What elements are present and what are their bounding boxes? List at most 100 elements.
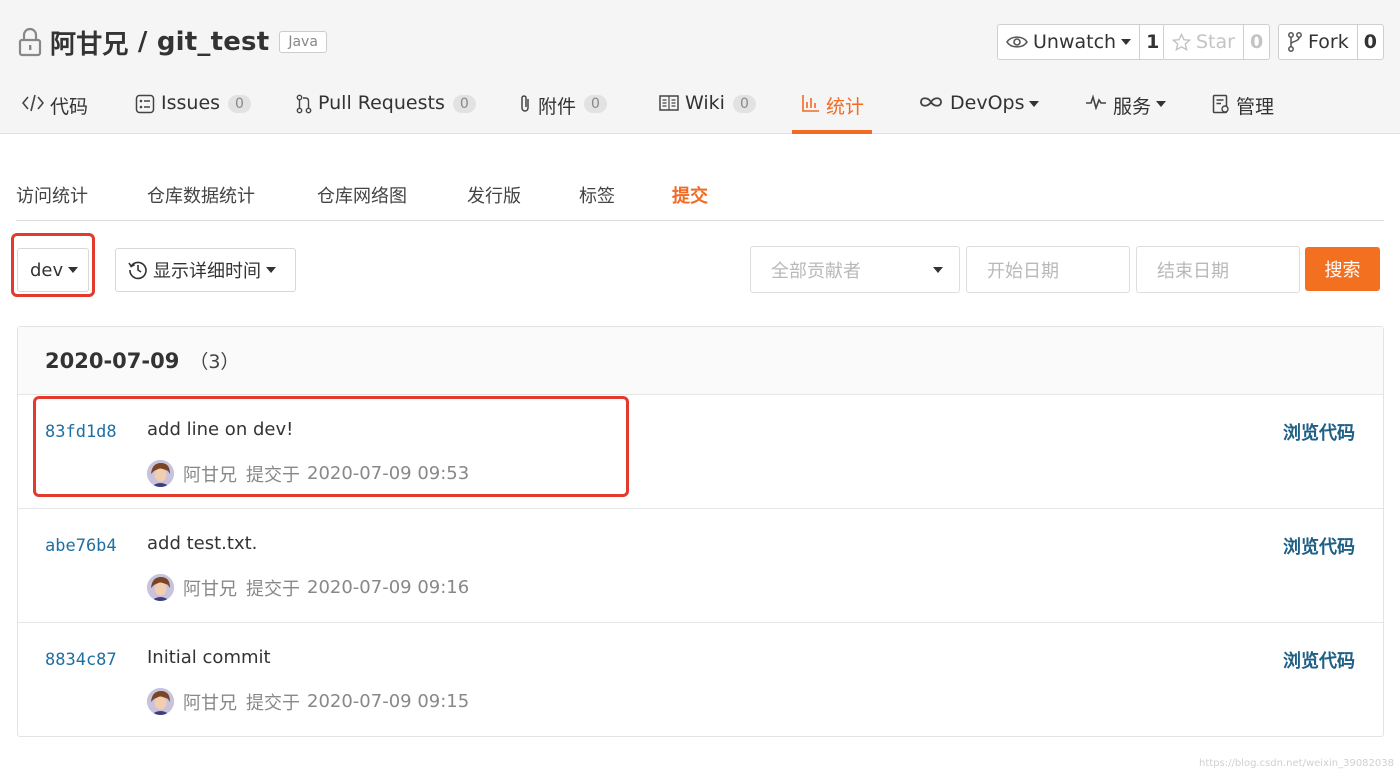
commit-date: 2020-07-09 xyxy=(45,348,180,373)
tab-devops[interactable]: DevOps xyxy=(918,84,1040,134)
chevron-down-icon xyxy=(266,267,276,273)
watch-count[interactable]: 1 xyxy=(1139,25,1165,59)
tab-services-label: 服务 xyxy=(1113,96,1152,118)
search-button[interactable]: 搜索 xyxy=(1305,247,1380,291)
commit-list-panel: 2020-07-09 （3） 83fd1d8 add line on dev! … xyxy=(17,326,1384,737)
tab-stats-label: 统计 xyxy=(826,96,865,118)
contributor-select[interactable]: 全部贡献者 xyxy=(750,246,960,293)
subtab-network-graph[interactable]: 仓库网络图 xyxy=(317,182,407,208)
stats-subtabs: 访问统计 仓库数据统计 仓库网络图 发行版 标签 提交 xyxy=(16,176,1384,221)
commit-time: 2020-07-09 09:15 xyxy=(307,691,470,712)
chevron-down-icon xyxy=(1121,39,1132,45)
attachment-icon xyxy=(521,95,529,112)
chevron-down-icon xyxy=(933,267,943,273)
stats-icon xyxy=(802,95,819,112)
tab-devops-label: DevOps xyxy=(950,92,1025,114)
pull-request-icon xyxy=(296,94,312,114)
tab-stats[interactable]: 统计 xyxy=(792,84,872,134)
annotation-box-commit xyxy=(33,396,629,497)
lock-icon xyxy=(18,27,42,57)
fork-count[interactable]: 0 xyxy=(1356,25,1383,59)
chevron-down-icon xyxy=(1029,101,1040,107)
browse-code-link[interactable]: 浏览代码 xyxy=(1283,419,1355,445)
tab-attachments-label: 附件 xyxy=(538,96,577,118)
commit-sha-link[interactable]: 8834c87 xyxy=(45,650,117,670)
tab-wiki-label: Wiki xyxy=(685,92,725,114)
tab-code[interactable]: 代码 xyxy=(22,84,88,134)
subtab-visit-stats[interactable]: 访问统计 xyxy=(16,182,88,208)
tab-manage-label: 管理 xyxy=(1236,96,1275,118)
tab-manage[interactable]: 管理 xyxy=(1212,84,1274,134)
service-icon xyxy=(1086,94,1106,110)
tab-issues[interactable]: Issues 0 xyxy=(135,84,251,134)
fork-button-group: Fork 0 xyxy=(1278,24,1384,60)
subtab-releases[interactable]: 发行版 xyxy=(467,182,521,208)
repo-nav: 代码 Issues 0 Pull Requests 0 附件 0 Wiki 0 … xyxy=(0,84,1400,134)
commit-action: 提交于 xyxy=(246,692,300,714)
start-date-placeholder: 开始日期 xyxy=(987,260,1059,282)
tab-attachments[interactable]: 附件 0 xyxy=(518,84,607,134)
repo-separator: / xyxy=(128,27,157,57)
history-icon xyxy=(128,261,147,280)
star-button-group: Star 0 xyxy=(1163,24,1271,60)
annotation-box-branch xyxy=(11,233,95,297)
fork-button[interactable]: Fork xyxy=(1279,25,1357,59)
issues-icon xyxy=(135,94,155,114)
chevron-down-icon xyxy=(1156,101,1167,107)
tab-issues-label: Issues xyxy=(161,92,221,114)
avatar[interactable] xyxy=(147,688,174,715)
end-date-input[interactable]: 结束日期 xyxy=(1136,246,1300,293)
commit-count: （3） xyxy=(189,351,240,373)
code-icon xyxy=(22,94,44,112)
watermark: https://blog.csdn.net/weixin_39082038 xyxy=(1198,758,1394,769)
avatar[interactable] xyxy=(147,574,174,601)
wiki-count-badge: 0 xyxy=(732,95,756,113)
unwatch-label: Unwatch xyxy=(1033,31,1117,53)
commit-date-header: 2020-07-09 （3） xyxy=(18,327,1383,395)
repo-owner-link[interactable]: 阿甘兄 xyxy=(50,24,129,61)
fork-icon xyxy=(1288,32,1302,52)
browse-code-link[interactable]: 浏览代码 xyxy=(1283,533,1355,559)
browse-code-link[interactable]: 浏览代码 xyxy=(1283,647,1355,673)
tab-code-label: 代码 xyxy=(50,96,89,118)
star-label: Star xyxy=(1196,31,1235,53)
unwatch-button[interactable]: Unwatch xyxy=(998,25,1139,59)
commit-sha-link[interactable]: abe76b4 xyxy=(45,536,117,556)
commit-author[interactable]: 阿甘兄 xyxy=(183,575,237,601)
attachments-count-badge: 0 xyxy=(584,95,607,113)
watch-button-group: Unwatch 1 xyxy=(997,24,1167,60)
commit-action: 提交于 xyxy=(246,578,300,600)
wiki-icon xyxy=(659,95,679,111)
show-detail-time-button[interactable]: 显示详细时间 xyxy=(115,248,296,292)
tab-wiki[interactable]: Wiki 0 xyxy=(659,84,756,134)
repo-header: 阿甘兄 / git_test Java Unwatch 1 Star 0 For… xyxy=(0,0,1400,134)
subtab-tags[interactable]: 标签 xyxy=(579,182,615,208)
star-count[interactable]: 0 xyxy=(1242,25,1269,59)
language-badge[interactable]: Java xyxy=(279,31,327,53)
commit-author[interactable]: 阿甘兄 xyxy=(183,689,237,715)
commit-meta: 阿甘兄 提交于 2020-07-09 09:15 xyxy=(147,688,469,715)
contributor-placeholder: 全部贡献者 xyxy=(771,260,861,282)
subtab-commits[interactable]: 提交 xyxy=(672,182,708,208)
start-date-input[interactable]: 开始日期 xyxy=(966,246,1130,293)
eye-icon xyxy=(1006,36,1028,48)
commit-row: 8834c87 Initial commit 阿甘兄 提交于 2020-07-0… xyxy=(18,623,1383,737)
issues-count-badge: 0 xyxy=(228,95,251,113)
pull-requests-count-badge: 0 xyxy=(452,95,476,113)
tab-services[interactable]: 服务 xyxy=(1085,84,1167,134)
tab-pull-requests[interactable]: Pull Requests 0 xyxy=(296,84,476,134)
repo-name-link[interactable]: git_test xyxy=(157,27,270,57)
commit-message[interactable]: Initial commit xyxy=(147,647,271,668)
star-icon xyxy=(1172,32,1191,51)
fork-label: Fork xyxy=(1308,31,1349,53)
subtab-repo-data-stats[interactable]: 仓库数据统计 xyxy=(147,182,255,208)
repo-title-line: 阿甘兄 / git_test Java xyxy=(18,24,327,60)
commit-row: abe76b4 add test.txt. 阿甘兄 提交于 2020-07-09… xyxy=(18,509,1383,623)
commit-message[interactable]: add test.txt. xyxy=(147,533,257,554)
manage-icon xyxy=(1212,94,1229,114)
tab-pull-requests-label: Pull Requests xyxy=(318,92,445,114)
commit-meta: 阿甘兄 提交于 2020-07-09 09:16 xyxy=(147,574,469,601)
star-button[interactable]: Star xyxy=(1164,25,1243,59)
show-detail-time-label: 显示详细时间 xyxy=(153,261,261,282)
end-date-placeholder: 结束日期 xyxy=(1157,260,1229,282)
